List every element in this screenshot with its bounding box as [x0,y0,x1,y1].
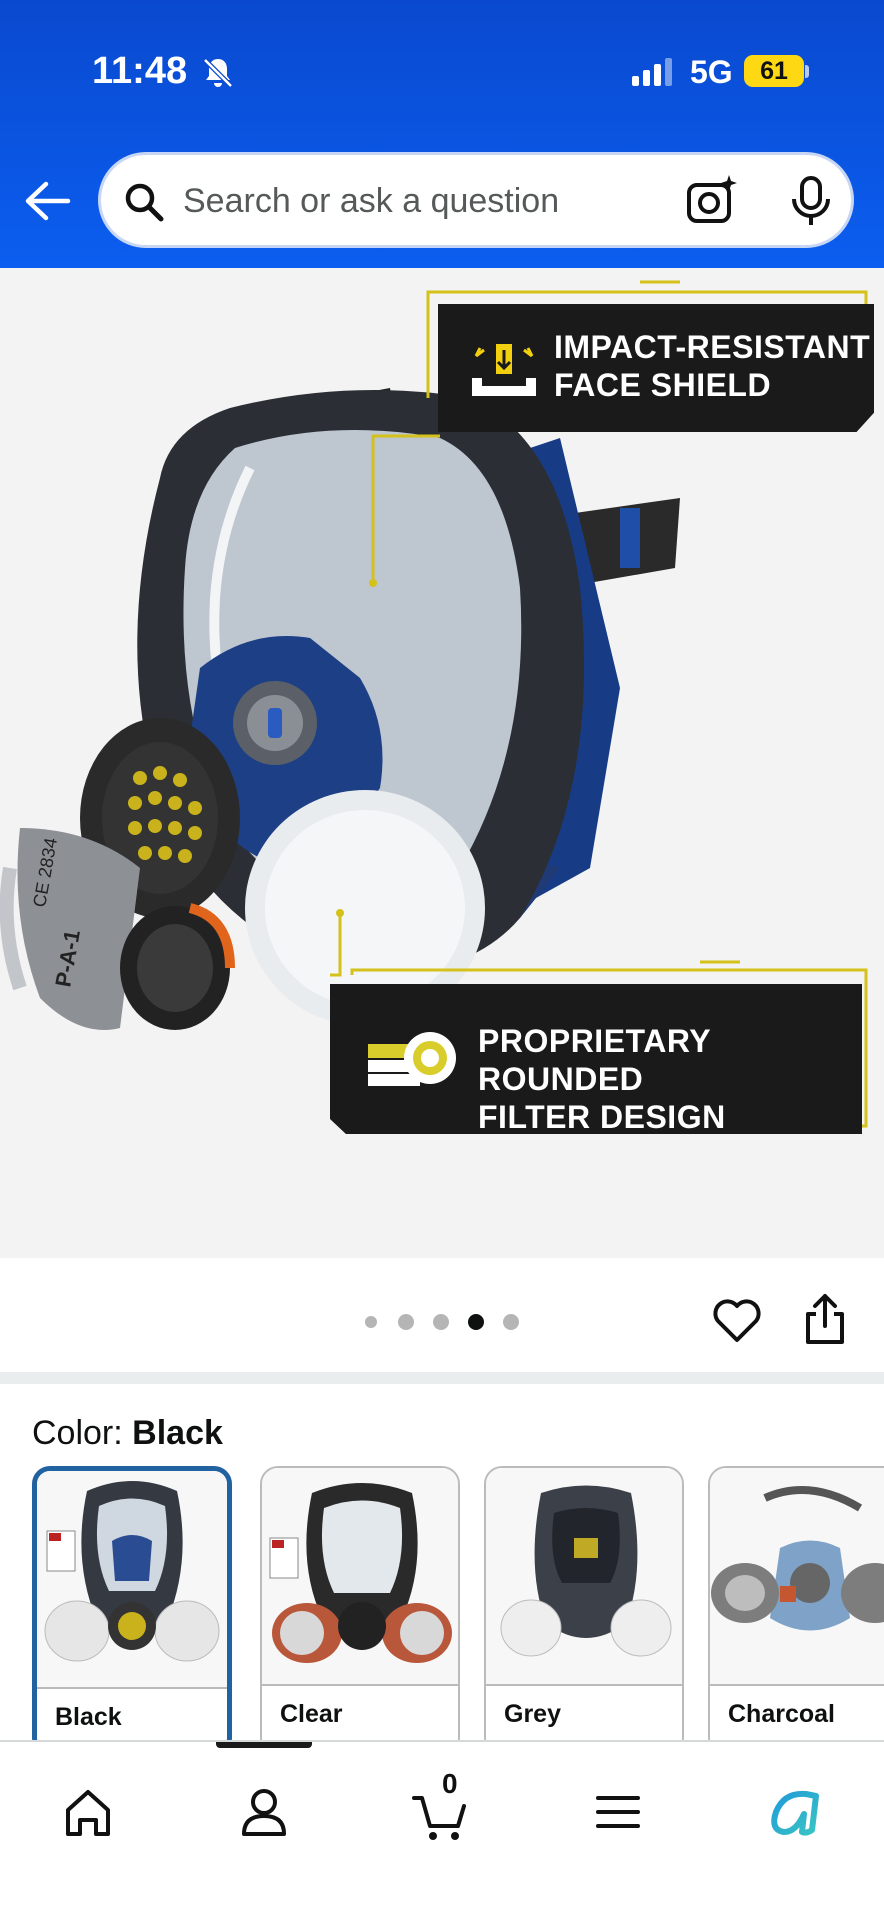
heart-icon[interactable] [712,1298,762,1344]
share-icon[interactable] [804,1292,846,1346]
swatch-image [262,1468,458,1686]
camera-lens-icon[interactable] [685,173,739,227]
rounded-filter-icon [368,1032,456,1086]
callout-bottom-line1: PROPRIETARY ROUNDED [478,1023,711,1097]
carousel-dot-2[interactable] [398,1314,414,1330]
mask-thumbnail [269,1483,452,1663]
battery-level: 61 [760,57,788,85]
carousel-dot-3[interactable] [433,1314,449,1330]
network-type: 5G [690,54,733,90]
swatch-clear[interactable]: Clear [260,1466,460,1756]
bell-muted-icon [203,58,233,88]
search-input[interactable] [183,173,663,229]
callout-top-line2: FACE SHIELD [554,367,772,403]
swatch-label: Charcoal [728,1700,835,1728]
image-controls [0,1258,884,1376]
menu-icon[interactable] [578,1772,658,1852]
swatch-charcoal[interactable]: Charcoal [708,1466,884,1756]
signal-icon [632,58,672,86]
carousel-dot-1[interactable] [365,1316,377,1328]
mask-thumbnail [500,1485,672,1657]
search-icon [125,183,164,222]
status-bar: 11:48 5G 61 [0,0,884,140]
mask-thumbnail [44,1481,220,1662]
swatch-image [486,1468,682,1686]
color-swatches: Black Clear Grey Charcoal [32,1466,884,1756]
callout-top-line1: IMPACT-RESISTANT [554,329,871,365]
mask-thumbnail [711,1486,884,1631]
app-header: 11:48 5G 61 [0,0,884,268]
home-icon[interactable] [48,1772,128,1852]
rufus-assistant-icon[interactable] [754,1772,834,1852]
swatch-label: Black [55,1703,122,1731]
carousel-dot-5[interactable] [503,1314,519,1330]
swatch-image [710,1468,884,1686]
callout-face-shield: IMPACT-RESISTANT FACE SHIELD [438,304,874,432]
swatch-black[interactable]: Black [32,1466,232,1756]
cart-count: 0 [442,1768,458,1799]
shield-impact-icon [472,344,536,396]
swatch-grey[interactable]: Grey [484,1466,684,1756]
back-arrow-icon[interactable] [22,176,72,226]
cart-icon[interactable] [400,1772,480,1852]
battery-tip [805,65,809,78]
battery-icon: 61 [744,55,804,87]
swatch-label: Clear [280,1700,343,1728]
swatch-label: Grey [504,1700,561,1728]
section-divider [0,1372,884,1384]
bottom-nav: 0 [0,1740,884,1920]
carousel-dot-4-active[interactable] [468,1314,484,1330]
active-tab-indicator [216,1742,312,1748]
color-label: Color: Black [32,1414,223,1453]
account-icon[interactable] [224,1772,304,1852]
microphone-icon[interactable] [789,175,833,227]
product-image[interactable]: P-A-1 CE 2834 IMPACT-RESISTANT FACE SHIE… [0,268,884,1258]
color-selected-value: Black [132,1414,223,1452]
callout-filter-design: PROPRIETARY ROUNDED FILTER DESIGN [330,984,862,1134]
status-time: 11:48 [92,50,188,92]
search-bar[interactable] [98,152,854,248]
swatch-image [37,1471,227,1689]
color-label-prefix: Color: [32,1414,123,1452]
callout-bottom-line2: FILTER DESIGN [478,1099,726,1135]
